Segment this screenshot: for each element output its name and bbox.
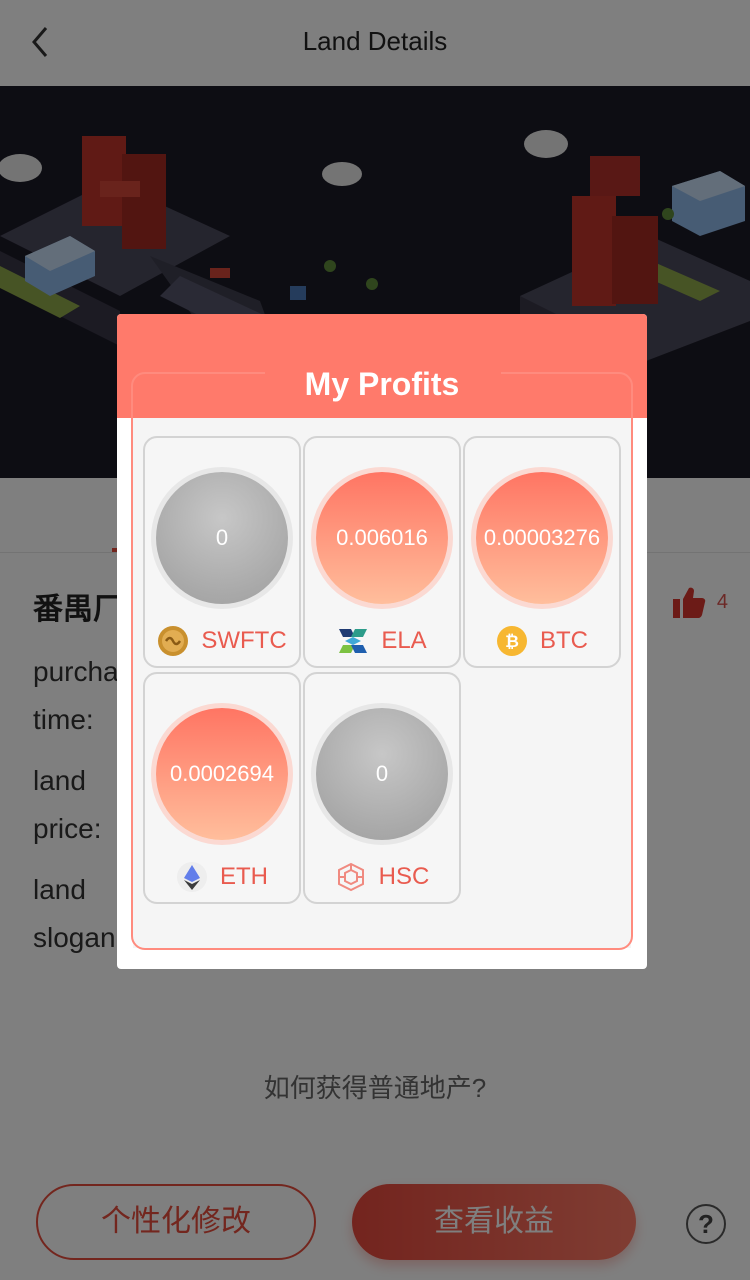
modal-frame bbox=[131, 372, 633, 950]
profits-modal: 0 SWFTC 0.006016 ELA 0.00003276 ₿ BTC 0.… bbox=[117, 314, 647, 969]
modal-title: My Profits bbox=[304, 366, 460, 402]
